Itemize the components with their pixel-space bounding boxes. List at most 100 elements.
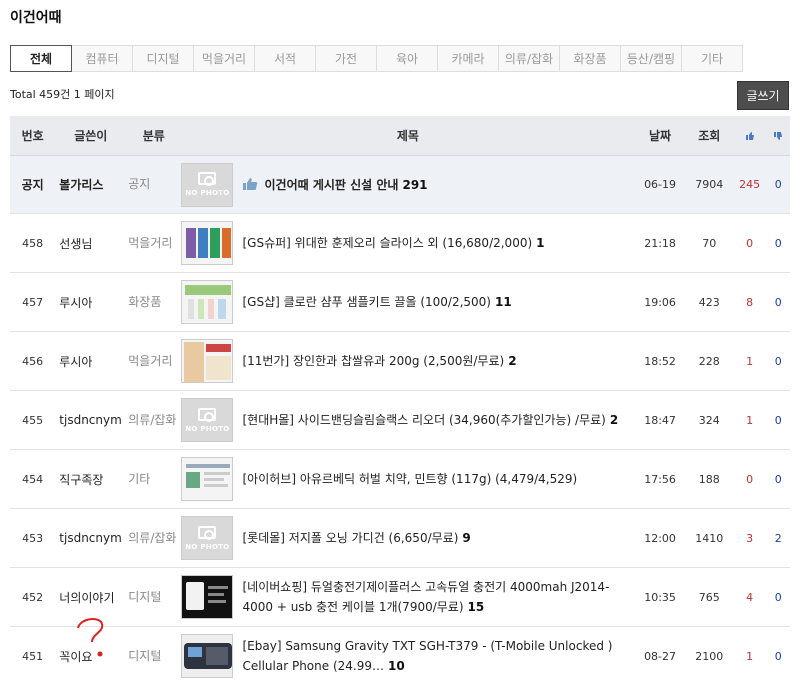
post-downvotes: 0 bbox=[774, 590, 782, 604]
post-title[interactable]: [GS슈퍼] 위대한 훈제오리 슬라이스 외 (16,680/2,000) bbox=[242, 236, 532, 250]
post-views: 765 bbox=[698, 590, 720, 604]
post-thumbnail[interactable] bbox=[181, 457, 240, 501]
col-views[interactable]: 조회 bbox=[686, 127, 733, 144]
post-author[interactable]: tjsdncnym bbox=[55, 413, 126, 427]
post-title[interactable]: [현대H몰] 사이드밴딩슬림슬랙스 리오더 (34,960(추가할인가능) /무… bbox=[242, 413, 605, 427]
tab-computer[interactable]: 컴퓨터 bbox=[72, 45, 133, 72]
tab-appliances[interactable]: 가전 bbox=[316, 45, 377, 72]
post-author[interactable]: 루시아 bbox=[55, 294, 126, 311]
comment-count[interactable]: 15 bbox=[468, 600, 485, 614]
table-row[interactable]: 455 tjsdncnym 의류/잡화 NO PHOTO [현대H몰] 사이드밴… bbox=[10, 391, 790, 450]
post-thumbnail[interactable] bbox=[181, 280, 240, 324]
product-image bbox=[181, 634, 234, 678]
product-image bbox=[181, 221, 234, 265]
post-title-cell[interactable]: [GS샵] 클로란 샴푸 샘플키트 끌올 (100/2,500) 11 bbox=[240, 292, 634, 312]
table-row[interactable]: 457 루시아 화장품 [GS샵] 클로란 샴푸 샘플키트 끌올 (100/2,… bbox=[10, 273, 790, 332]
product-image bbox=[181, 457, 234, 501]
post-upvotes: 3 bbox=[746, 531, 754, 545]
post-author[interactable]: tjsdncnym bbox=[55, 531, 126, 545]
post-title-cell[interactable]: [아이허브] 아유르베딕 허벌 치약, 민트향 (117g) (4,479/4,… bbox=[240, 469, 634, 489]
comment-count[interactable]: 2 bbox=[610, 413, 618, 427]
table-row[interactable]: 454 직구족장 기타 [아이허브] 아유르베딕 허벌 치약, 민트향 (117… bbox=[10, 450, 790, 509]
comment-count[interactable]: 1 bbox=[536, 236, 544, 250]
col-title[interactable]: 제목 bbox=[181, 127, 634, 144]
post-date: 08-27 bbox=[644, 649, 677, 663]
post-title-cell[interactable]: [11번가] 장인한과 찹쌀유과 200g (2,500원/무료) 2 bbox=[240, 351, 634, 371]
post-title[interactable]: [아이허브] 아유르베딕 허벌 치약, 민트향 (117g) (4,479/4,… bbox=[242, 472, 577, 486]
table-row[interactable]: 458 선생님 먹을거리 [GS슈퍼] 위대한 훈제오리 슬라이스 외 (16,… bbox=[10, 214, 790, 273]
post-title-cell[interactable]: 이건어때 게시판 신설 안내 291 bbox=[240, 175, 634, 195]
post-category: 화장품 bbox=[128, 294, 162, 309]
no-photo-label: NO PHOTO bbox=[185, 542, 230, 551]
post-author[interactable]: 볼가리스 bbox=[55, 176, 126, 193]
tab-food[interactable]: 먹을거리 bbox=[194, 45, 255, 72]
post-thumbnail[interactable] bbox=[181, 221, 240, 265]
col-author[interactable]: 글쓴이 bbox=[55, 127, 126, 144]
post-author[interactable]: 꼭이요 bbox=[55, 648, 126, 665]
comment-count[interactable]: 291 bbox=[402, 178, 427, 192]
tab-cosmetics[interactable]: 화장품 bbox=[560, 45, 621, 72]
post-author[interactable]: 직구족장 bbox=[55, 471, 126, 488]
table-header: 번호 글쓴이 분류 제목 날짜 조회 bbox=[10, 116, 790, 156]
post-thumbnail[interactable] bbox=[181, 339, 240, 383]
post-title-cell[interactable]: [Ebay] Samsung Gravity TXT SGH-T379 - (T… bbox=[240, 636, 634, 676]
post-thumbnail[interactable] bbox=[181, 634, 240, 678]
tab-etc[interactable]: 기타 bbox=[682, 45, 743, 72]
post-title[interactable]: [롯데몰] 저지폴 오닝 가디건 (6,650/무료) bbox=[242, 531, 458, 545]
notice-row[interactable]: 공지 볼가리스 공지 NO PHOTO 이건어때 게시판 신설 안내 291 06… bbox=[10, 156, 790, 214]
tab-childcare[interactable]: 육아 bbox=[377, 45, 438, 72]
post-author[interactable]: 루시아 bbox=[55, 353, 126, 370]
post-title[interactable]: [네이버쇼핑] 듀얼충전기제이플러스 고속듀얼 충전기 4000mah J201… bbox=[242, 580, 609, 614]
post-upvotes: 1 bbox=[746, 649, 754, 663]
table-row[interactable]: 453 tjsdncnym 의류/잡화 NO PHOTO [롯데몰] 저지폴 오… bbox=[10, 509, 790, 568]
col-category[interactable]: 분류 bbox=[126, 127, 181, 144]
post-title-cell[interactable]: [현대H몰] 사이드밴딩슬림슬랙스 리오더 (34,960(추가할인가능) /무… bbox=[240, 410, 634, 430]
no-photo-placeholder: NO PHOTO bbox=[181, 162, 234, 207]
post-upvotes: 245 bbox=[739, 178, 761, 191]
tab-camera[interactable]: 카메라 bbox=[438, 45, 499, 72]
post-title[interactable]: [Ebay] Samsung Gravity TXT SGH-T379 - (T… bbox=[242, 639, 612, 673]
col-up[interactable] bbox=[733, 129, 766, 143]
thumbs-down-icon bbox=[774, 131, 783, 140]
post-title-cell[interactable]: [네이버쇼핑] 듀얼충전기제이플러스 고속듀얼 충전기 4000mah J201… bbox=[240, 577, 634, 617]
post-date: 10:35 bbox=[644, 590, 676, 604]
post-thumbnail[interactable]: NO PHOTO bbox=[181, 516, 240, 560]
post-number: 454 bbox=[22, 472, 44, 486]
tab-camping[interactable]: 등산/캠핑 bbox=[621, 45, 682, 72]
post-views: 423 bbox=[698, 295, 720, 309]
post-title-cell[interactable]: [롯데몰] 저지폴 오닝 가디건 (6,650/무료) 9 bbox=[240, 528, 634, 548]
comment-count[interactable]: 2 bbox=[508, 354, 516, 368]
table-row[interactable]: 451 꼭이요 디지털 [Ebay] Samsung Gravity TXT S… bbox=[10, 627, 790, 682]
comment-count[interactable]: 10 bbox=[388, 659, 405, 673]
post-title[interactable]: 이건어때 게시판 신설 안내 bbox=[264, 178, 398, 192]
tab-all[interactable]: 전체 bbox=[10, 45, 72, 72]
post-author[interactable]: 너의이야기 bbox=[55, 589, 126, 606]
post-downvotes: 0 bbox=[774, 649, 782, 663]
post-title[interactable]: [GS샵] 클로란 샴푸 샘플키트 끌올 (100/2,500) bbox=[242, 295, 491, 309]
post-date: 21:18 bbox=[644, 236, 676, 250]
post-downvotes: 0 bbox=[774, 236, 782, 250]
tab-books[interactable]: 서적 bbox=[255, 45, 316, 72]
col-num[interactable]: 번호 bbox=[10, 127, 55, 144]
write-button[interactable]: 글쓰기 bbox=[737, 81, 789, 110]
post-title-cell[interactable]: [GS슈퍼] 위대한 훈제오리 슬라이스 외 (16,680/2,000) 1 bbox=[240, 233, 634, 253]
post-title[interactable]: [11번가] 장인한과 찹쌀유과 200g (2,500원/무료) bbox=[242, 354, 504, 368]
post-category: 의류/잡화 bbox=[128, 412, 177, 427]
post-upvotes: 0 bbox=[746, 472, 754, 486]
post-number: 451 bbox=[22, 649, 44, 663]
post-author[interactable]: 선생님 bbox=[55, 235, 126, 252]
post-thumbnail[interactable]: NO PHOTO bbox=[181, 162, 240, 207]
col-down[interactable] bbox=[766, 129, 790, 143]
col-date[interactable]: 날짜 bbox=[634, 127, 685, 144]
post-upvotes: 0 bbox=[746, 236, 754, 250]
post-thumbnail[interactable]: NO PHOTO bbox=[181, 398, 240, 442]
post-thumbnail[interactable] bbox=[181, 575, 240, 619]
comment-count[interactable]: 9 bbox=[462, 531, 470, 545]
post-views: 228 bbox=[698, 354, 720, 368]
comment-count[interactable]: 11 bbox=[495, 295, 512, 309]
tab-clothing[interactable]: 의류/잡화 bbox=[499, 45, 560, 72]
tab-digital[interactable]: 디지털 bbox=[133, 45, 194, 72]
table-row[interactable]: 452 너의이야기 디지털 [네이버쇼핑] 듀얼충전기제이플러스 고속듀얼 충전… bbox=[10, 568, 790, 627]
post-number: 452 bbox=[22, 590, 44, 604]
table-row[interactable]: 456 루시아 먹을거리 [11번가] 장인한과 찹쌀유과 200g (2,50… bbox=[10, 332, 790, 391]
